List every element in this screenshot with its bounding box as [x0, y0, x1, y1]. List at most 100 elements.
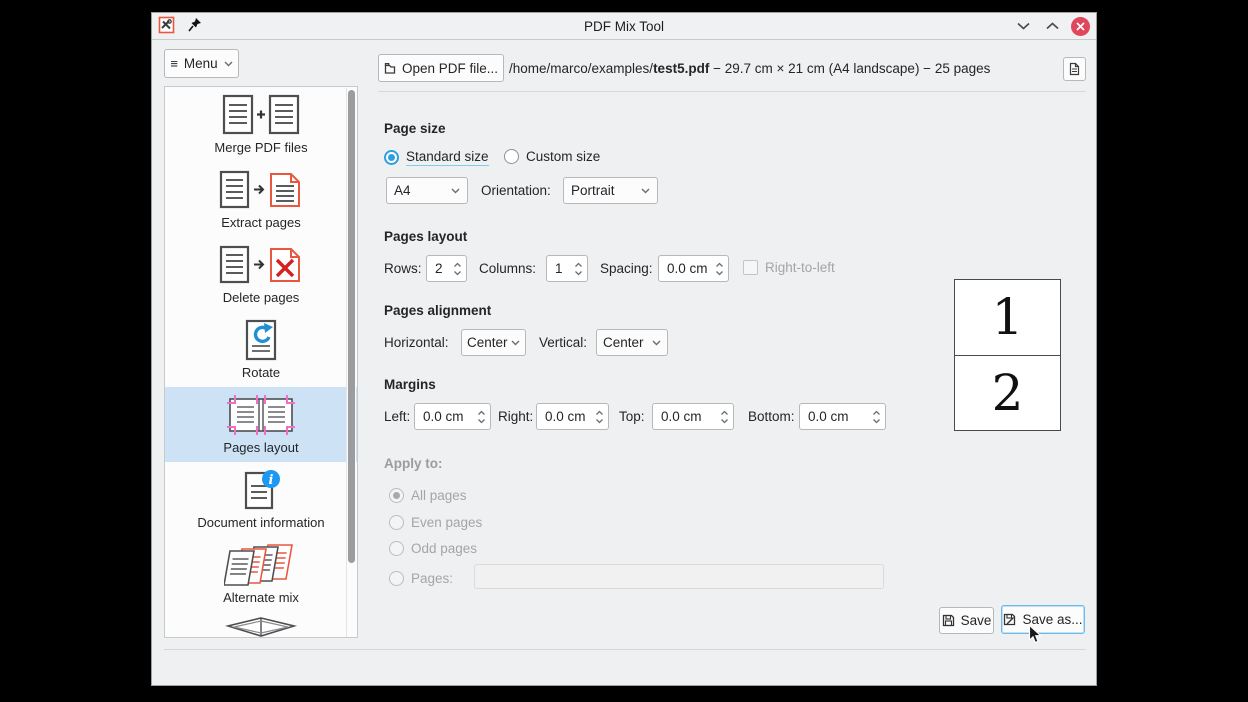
save-icon	[942, 614, 955, 627]
chevron-down-icon	[641, 188, 650, 194]
pages-layout-heading: Pages layout	[384, 229, 467, 244]
sidebar-item-document-information[interactable]: i Document information	[165, 462, 357, 537]
orientation-value: Portrait	[571, 183, 615, 198]
apply-all-pages-label: All pages	[411, 488, 467, 503]
spacing-label: Spacing:	[600, 261, 653, 276]
spinner-arrows-icon	[453, 262, 462, 276]
spacing-stepper[interactable]: 0.0 cm	[658, 255, 729, 282]
footer-separator	[164, 649, 1086, 650]
columns-stepper[interactable]: 1	[546, 255, 588, 282]
extract-pages-icon	[218, 167, 304, 213]
alternate-mix-icon	[224, 542, 298, 588]
margin-bottom-label: Bottom:	[748, 409, 795, 424]
margin-right-stepper[interactable]: 0.0 cm	[536, 403, 609, 430]
chevron-down-icon	[652, 340, 661, 346]
toolbar-separator	[378, 91, 1086, 92]
sidebar-item-label: Document information	[197, 515, 324, 530]
pages-range-input	[474, 564, 884, 589]
margins-heading: Margins	[384, 377, 436, 392]
rows-stepper[interactable]: 2	[426, 255, 467, 282]
margin-top-stepper[interactable]: 0.0 cm	[652, 403, 734, 430]
booklet-icon	[222, 616, 300, 638]
paper-size-value: A4	[394, 183, 411, 198]
custom-size-radio[interactable]: Custom size	[504, 149, 600, 164]
chevron-down-icon	[511, 340, 520, 346]
apply-odd-pages-radio: Odd pages	[389, 541, 477, 556]
right-to-left-checkbox: Right-to-left	[743, 260, 835, 275]
columns-value: 1	[555, 261, 563, 276]
radio-dot	[389, 571, 404, 586]
titlebar[interactable]: PDF Mix Tool	[152, 13, 1096, 40]
vertical-align-select[interactable]: Center	[596, 329, 668, 356]
apply-even-pages-radio: Even pages	[389, 515, 482, 530]
save-button[interactable]: Save	[939, 607, 994, 634]
document-icon	[1069, 62, 1080, 76]
shade-down-icon[interactable]	[1013, 16, 1033, 36]
app-window: PDF Mix Tool ≡ Menu	[151, 12, 1097, 686]
margin-left-label: Left:	[384, 409, 410, 424]
preview-page-1: 1	[955, 280, 1060, 355]
pages-alignment-heading: Pages alignment	[384, 303, 491, 318]
sidebar-item-merge-pdf-files[interactable]: Merge PDF files	[165, 87, 357, 162]
document-information-icon: i	[238, 467, 284, 513]
menu-button-label: Menu	[184, 56, 218, 71]
file-name: test5.pdf	[653, 61, 709, 76]
sidebar-item-label: Merge PDF files	[214, 140, 307, 155]
sidebar-item-label: Rotate	[242, 365, 280, 380]
spinner-arrows-icon	[595, 410, 604, 424]
shade-up-icon[interactable]	[1042, 16, 1062, 36]
margin-top-value: 0.0 cm	[661, 409, 702, 424]
horizontal-align-value: Center	[467, 335, 508, 350]
file-path: /home/marco/examples/	[509, 61, 653, 76]
radio-dot	[384, 150, 399, 165]
open-file-icon	[384, 62, 396, 75]
radio-dot	[389, 541, 404, 556]
layout-preview: 1 2	[954, 279, 1061, 431]
hamburger-icon: ≡	[170, 56, 178, 71]
menu-button[interactable]: ≡ Menu	[164, 49, 239, 78]
save-as-button[interactable]: Save as...	[1001, 605, 1085, 634]
sidebar-item-booklet[interactable]	[165, 612, 357, 638]
apply-even-pages-label: Even pages	[411, 515, 482, 530]
open-pdf-file-button[interactable]: Open PDF file...	[378, 54, 504, 82]
horizontal-label: Horizontal:	[384, 335, 449, 350]
paper-size-select[interactable]: A4	[386, 177, 468, 204]
document-properties-button[interactable]	[1063, 57, 1086, 81]
merge-pdf-icon	[221, 92, 301, 138]
radio-dot	[389, 488, 404, 503]
spinner-arrows-icon	[720, 410, 729, 424]
file-details: − 29.7 cm × 21 cm (A4 landscape) − 25 pa…	[709, 61, 990, 76]
apply-all-pages-radio: All pages	[389, 488, 467, 503]
delete-pages-icon	[218, 242, 304, 288]
sidebar-item-label: Extract pages	[221, 215, 301, 230]
apply-to-heading: Apply to:	[384, 456, 443, 471]
margin-left-stepper[interactable]: 0.0 cm	[414, 403, 491, 430]
close-icon[interactable]	[1071, 17, 1090, 36]
horizontal-align-select[interactable]: Center	[461, 329, 526, 356]
margin-right-label: Right:	[498, 409, 533, 424]
preview-page-2: 2	[955, 355, 1060, 431]
save-as-button-label: Save as...	[1022, 612, 1082, 627]
custom-size-label: Custom size	[526, 149, 600, 164]
rows-label: Rows:	[384, 261, 422, 276]
standard-size-radio[interactable]: Standard size	[384, 149, 489, 166]
file-info: /home/marco/examples/test5.pdf − 29.7 cm…	[509, 61, 990, 76]
apply-odd-pages-label: Odd pages	[411, 541, 477, 556]
rows-value: 2	[435, 261, 443, 276]
sidebar-item-extract-pages[interactable]: Extract pages	[165, 162, 357, 237]
sidebar-item-rotate[interactable]: Rotate	[165, 312, 357, 387]
sidebar-item-alternate-mix[interactable]: Alternate mix	[165, 537, 357, 612]
orientation-select[interactable]: Portrait	[563, 177, 658, 204]
right-to-left-label: Right-to-left	[765, 260, 835, 275]
rotate-icon	[242, 317, 280, 363]
margin-bottom-stepper[interactable]: 0.0 cm	[799, 403, 886, 430]
sidebar-scrollbar[interactable]	[346, 88, 356, 638]
open-pdf-file-label: Open PDF file...	[402, 61, 498, 76]
sidebar-item-delete-pages[interactable]: Delete pages	[165, 237, 357, 312]
chevron-down-icon	[224, 61, 233, 67]
spacing-value: 0.0 cm	[667, 261, 708, 276]
sidebar-item-label: Pages layout	[223, 440, 298, 455]
sidebar-item-pages-layout[interactable]: Pages layout	[165, 387, 357, 462]
margin-right-value: 0.0 cm	[545, 409, 586, 424]
scrollbar-thumb[interactable]	[348, 90, 355, 563]
